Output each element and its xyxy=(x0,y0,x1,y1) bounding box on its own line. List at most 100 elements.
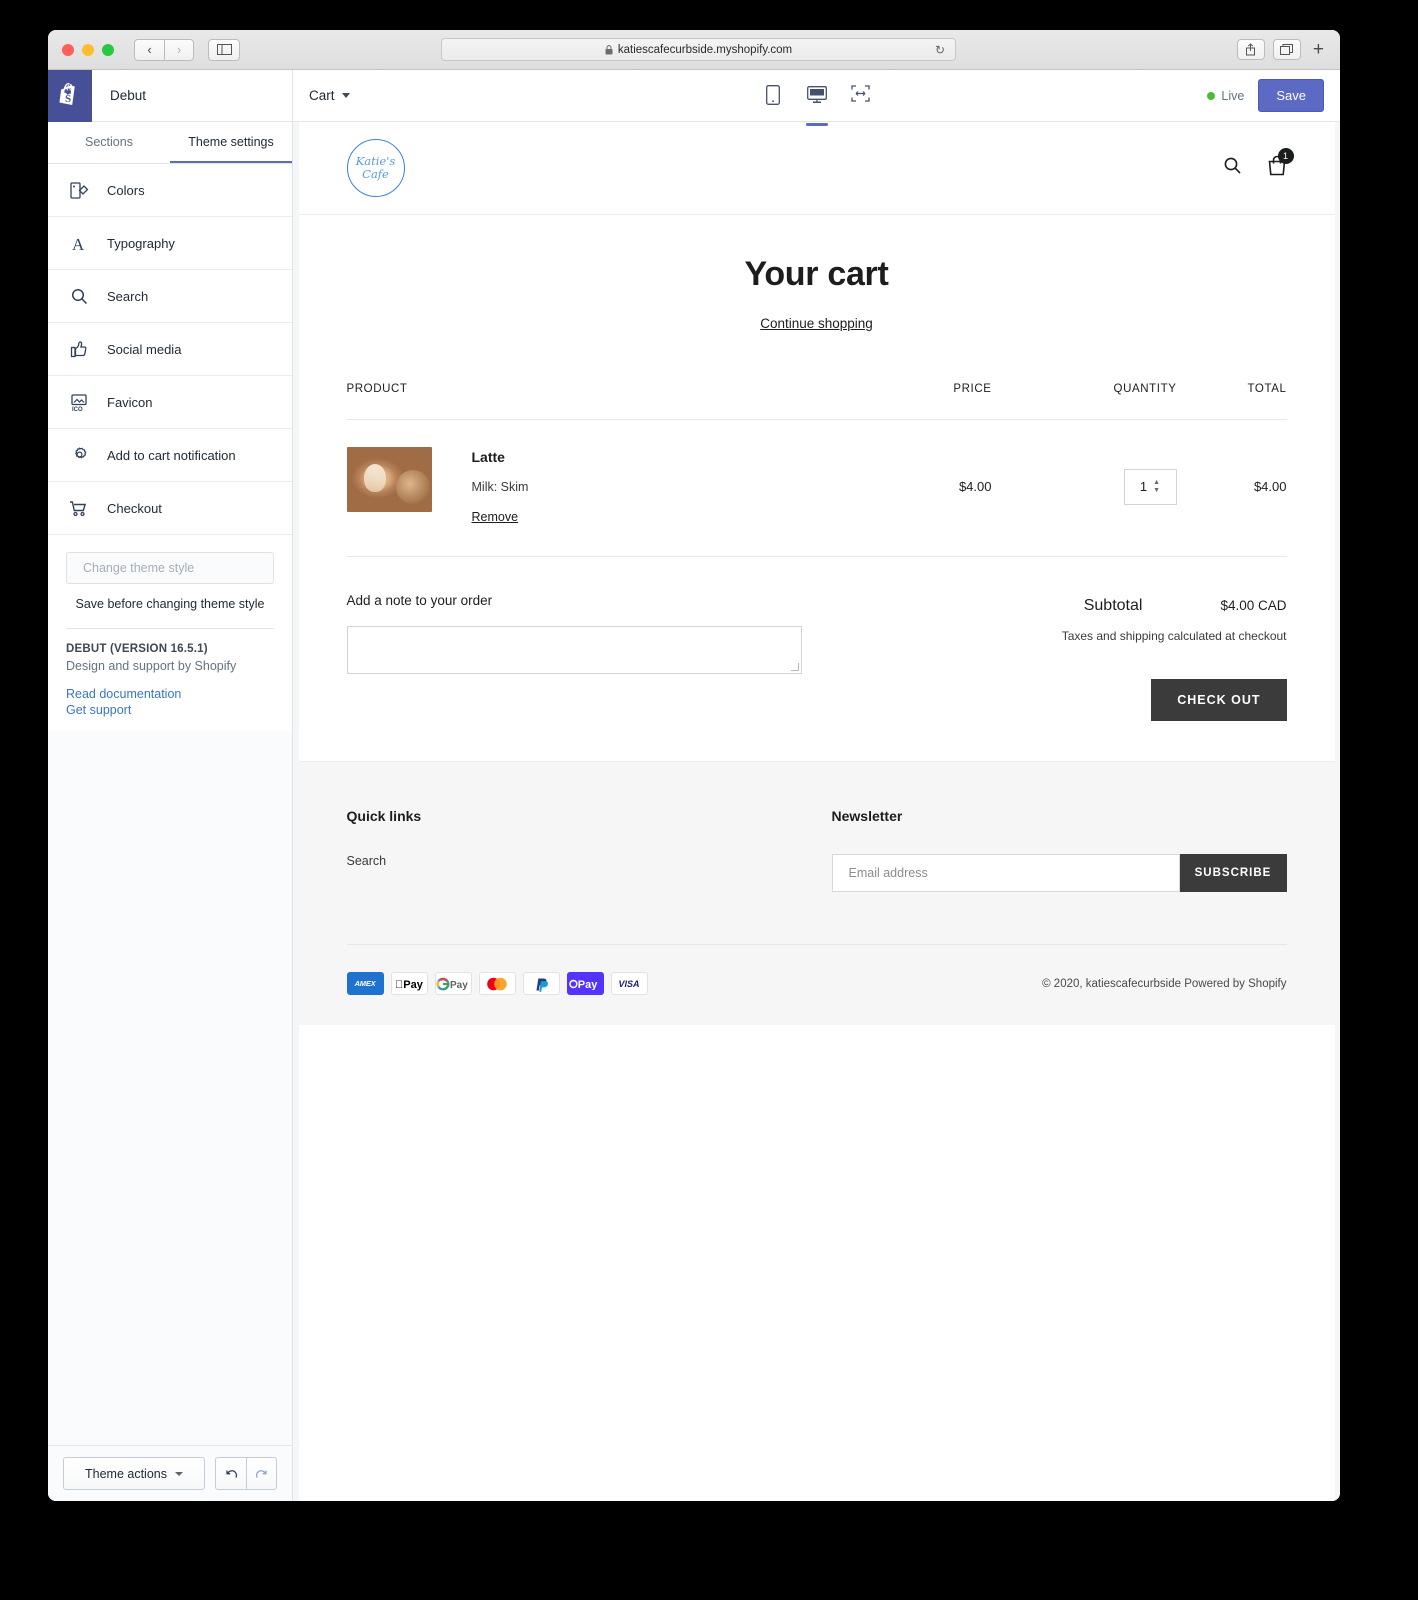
store-preview: Katie's Cafe 1 Your cart Continue shoppi… xyxy=(293,122,1340,1501)
device-preview-group xyxy=(293,81,1340,126)
preview-toolbar: Cart Live Save xyxy=(293,70,1340,126)
store-header-icons: 1 xyxy=(1223,148,1294,181)
email-field[interactable]: Email address xyxy=(831,854,1180,892)
sidebar-item-colors[interactable]: Colors xyxy=(48,164,292,217)
close-window-button[interactable] xyxy=(62,43,74,56)
order-note-input[interactable] xyxy=(346,626,802,674)
sidebar-item-typography[interactable]: A Typography xyxy=(48,217,292,270)
sidebar-tabs[interactable]: Sections Theme settings xyxy=(48,122,292,164)
device-full-width-button[interactable] xyxy=(848,81,874,111)
minimize-window-button[interactable] xyxy=(82,43,94,56)
quantity-stepper[interactable]: 1 ▲ ▼ xyxy=(1123,468,1177,505)
tab-theme-settings[interactable]: Theme settings xyxy=(170,122,292,163)
payment-methods: AMEX Pay xyxy=(346,972,648,995)
sidebar-item-favicon[interactable]: ICO Favicon xyxy=(48,376,292,429)
thumbs-up-icon xyxy=(68,338,90,360)
theme-actions-button[interactable]: Theme actions xyxy=(63,1457,205,1490)
column-header-product: PRODUCT xyxy=(346,383,408,395)
undo-redo-group[interactable] xyxy=(215,1457,277,1490)
footer-link-search[interactable]: Search xyxy=(347,854,387,868)
read-documentation-link[interactable]: Read documentation xyxy=(66,687,274,701)
reload-button[interactable]: ↻ xyxy=(935,43,945,57)
forward-button[interactable]: › xyxy=(164,38,194,61)
titlebar-right-controls[interactable]: + xyxy=(1236,39,1328,61)
device-mobile-button[interactable] xyxy=(760,81,786,111)
payment-icon-paypal xyxy=(522,972,560,995)
product-details: Latte Milk: Skim Remove xyxy=(472,447,529,526)
sidebar-item-add-to-cart-notification[interactable]: Add to cart notification xyxy=(48,429,292,482)
continue-shopping-link[interactable]: Continue shopping xyxy=(347,316,1287,331)
change-theme-style-button[interactable]: Change theme style xyxy=(66,552,274,584)
save-before-hint: Save before changing theme style xyxy=(75,597,265,611)
product-price: $4.00 xyxy=(958,479,992,494)
chevron-down-icon xyxy=(341,93,350,98)
column-header-total: TOTAL xyxy=(1247,383,1287,395)
sidebar-icon xyxy=(216,44,232,55)
order-note-block: Add a note to your order xyxy=(346,593,867,721)
sidebar-item-social-media[interactable]: Social media xyxy=(48,323,292,376)
theme-name-label: Debut xyxy=(110,88,147,103)
payment-icon-apple-pay: Pay xyxy=(390,972,428,995)
store-cart-button[interactable]: 1 xyxy=(1267,148,1294,181)
theme-author-label: Design and support by Shopify xyxy=(66,659,237,673)
tab-sections[interactable]: Sections xyxy=(48,122,170,163)
back-button[interactable]: ‹ xyxy=(134,38,164,61)
device-desktop-button[interactable] xyxy=(804,81,830,126)
chevron-down-icon xyxy=(174,1471,183,1476)
store-footer: Quick links Search Newsletter Email addr… xyxy=(298,761,1335,1025)
sidebar-footer: Theme actions xyxy=(48,1445,292,1501)
theme-settings-list: Colors A Typography Search Social media … xyxy=(48,164,292,535)
save-button[interactable]: Save xyxy=(1258,79,1324,112)
divider xyxy=(66,628,274,629)
address-bar[interactable]: katiescafecurbside.myshopify.com ↻ xyxy=(441,38,956,61)
store-logo[interactable]: Katie's Cafe xyxy=(346,139,405,197)
remove-item-link[interactable]: Remove xyxy=(472,510,519,524)
sidebar-toggle-button[interactable] xyxy=(208,38,240,61)
sidebar-item-checkout[interactable]: Checkout xyxy=(48,482,292,535)
colors-icon xyxy=(68,179,90,201)
undo-button[interactable] xyxy=(215,1457,246,1490)
quantity-value: 1 xyxy=(1139,479,1148,494)
maximize-window-button[interactable] xyxy=(102,43,114,56)
cart-icon xyxy=(68,497,90,519)
new-tab-button[interactable]: + xyxy=(1309,39,1328,61)
share-button[interactable] xyxy=(1236,39,1265,60)
mobile-icon xyxy=(765,84,780,105)
page-selector[interactable]: Cart xyxy=(309,88,350,103)
product-variant: Milk: Skim xyxy=(471,480,529,494)
newsletter-column: Newsletter Email address SUBSCRIBE xyxy=(831,808,1287,892)
svg-text:Pay: Pay xyxy=(395,979,424,991)
share-icon xyxy=(1246,43,1256,56)
cart-table-header: PRODUCT PRICE QUANTITY TOTAL xyxy=(346,383,1287,420)
theme-editor: S Debut Sections Theme settings Colors A… xyxy=(48,69,1340,1501)
sidebar-item-search[interactable]: Search xyxy=(48,270,292,323)
checkout-button[interactable]: CHECK OUT xyxy=(1151,679,1287,721)
sidebar-item-label: Favicon xyxy=(107,394,153,410)
favicon-icon: ICO xyxy=(68,391,90,413)
sidebar-filler xyxy=(48,731,292,1445)
shopify-logo[interactable]: S xyxy=(48,69,92,122)
svg-text:A: A xyxy=(72,235,85,253)
shopify-bag-icon: S xyxy=(59,83,75,105)
url-text: katiescafecurbside.myshopify.com xyxy=(617,43,793,56)
payment-icon-amex: AMEX xyxy=(346,972,384,995)
product-title[interactable]: Latte xyxy=(472,449,529,465)
payment-icon-visa: VISA xyxy=(610,972,648,995)
navigation-buttons[interactable]: ‹ › xyxy=(134,38,194,61)
store-search-button[interactable] xyxy=(1223,156,1242,180)
gear-icon xyxy=(68,444,90,466)
show-tabs-button[interactable] xyxy=(1272,39,1301,60)
redo-button[interactable] xyxy=(246,1457,277,1490)
product-image[interactable] xyxy=(346,447,432,512)
editor-sidebar: S Debut Sections Theme settings Colors A… xyxy=(48,69,293,1501)
quick-links-column: Quick links Search xyxy=(347,808,832,892)
subscribe-button[interactable]: SUBSCRIBE xyxy=(1179,854,1287,892)
tabs-icon xyxy=(1280,44,1294,55)
quick-links-title: Quick links xyxy=(346,808,422,824)
window-controls[interactable] xyxy=(62,43,114,56)
sidebar-header: S Debut xyxy=(48,69,292,122)
stepper-arrows-icon[interactable]: ▲ ▼ xyxy=(1153,479,1160,494)
logo-line-2: Cafe xyxy=(362,167,389,181)
get-support-link[interactable]: Get support xyxy=(66,703,274,717)
status-dot-icon xyxy=(1207,91,1216,100)
